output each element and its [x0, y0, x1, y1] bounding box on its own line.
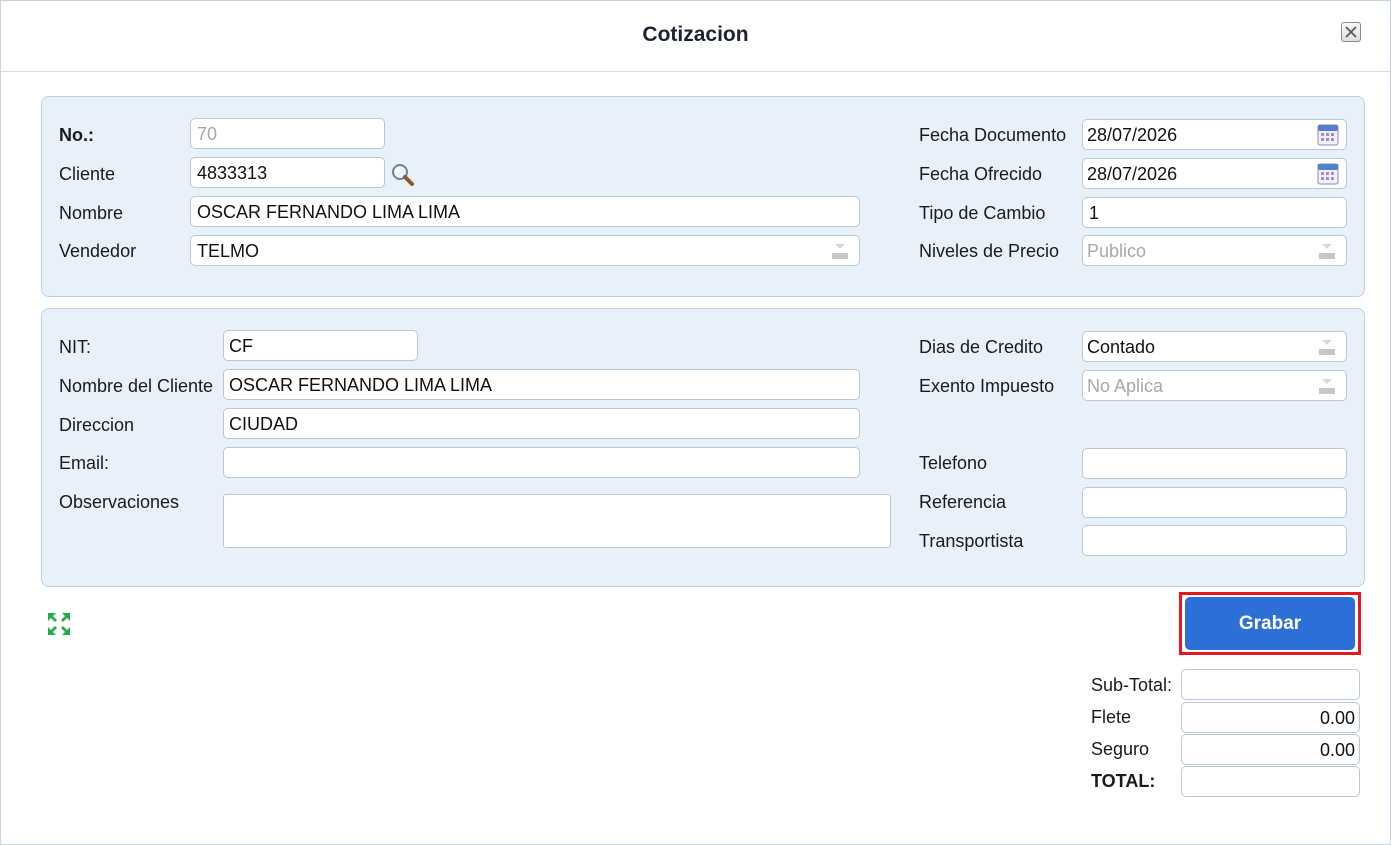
- nombre-label: Nombre: [59, 203, 124, 223]
- telefono-label: Telefono: [919, 453, 988, 473]
- nombre-field[interactable]: OSCAR FERNANDO LIMA LIMA: [190, 196, 860, 227]
- flete-label: Flete: [1091, 707, 1132, 727]
- close-button[interactable]: [1341, 22, 1361, 42]
- niveles-precio-value: Publico: [1087, 241, 1147, 261]
- dias-credito-label: Dias de Credito: [919, 337, 1044, 357]
- chevron-down-icon: [1308, 371, 1346, 400]
- observaciones-textarea[interactable]: [223, 494, 891, 548]
- cliente-field[interactable]: 4833313: [190, 157, 385, 188]
- no-label: No.:: [59, 125, 94, 145]
- cliente-label: Cliente: [59, 164, 116, 184]
- referencia-field[interactable]: [1082, 487, 1347, 518]
- vendedor-value: TELMO: [197, 241, 260, 261]
- niveles-precio-label: Niveles de Precio: [919, 241, 1060, 261]
- exento-impuesto-value: No Aplica: [1087, 376, 1164, 396]
- fecha-documento-label: Fecha Documento: [919, 125, 1067, 145]
- seguro-label: Seguro: [1091, 739, 1150, 759]
- telefono-field[interactable]: [1082, 448, 1347, 479]
- dias-credito-value: Contado: [1087, 337, 1156, 357]
- subtotal-field: [1181, 669, 1360, 700]
- total-field: [1181, 766, 1360, 797]
- vendedor-select[interactable]: TELMO: [190, 235, 860, 266]
- transportista-label: Transportista: [919, 531, 1024, 551]
- fecha-documento-field[interactable]: 28/07/2026: [1082, 119, 1347, 150]
- fecha-ofrecido-value: 28/07/2026: [1087, 164, 1178, 184]
- exento-impuesto-select: No Aplica: [1082, 370, 1347, 401]
- subtotal-label: Sub-Total:: [1091, 675, 1173, 695]
- seguro-field[interactable]: 0.00: [1181, 734, 1360, 765]
- close-icon: [1345, 26, 1357, 38]
- dialog-title: Cotizacion: [642, 23, 749, 46]
- dias-credito-select[interactable]: Contado: [1082, 331, 1347, 362]
- referencia-label: Referencia: [919, 492, 1007, 512]
- nit-field[interactable]: CF: [223, 330, 418, 361]
- niveles-precio-select: Publico: [1082, 235, 1347, 266]
- flete-field[interactable]: 0.00: [1181, 702, 1360, 733]
- direccion-field[interactable]: CIUDAD: [223, 408, 860, 439]
- calendar-icon[interactable]: [1317, 123, 1339, 146]
- chevron-down-icon: [1308, 236, 1346, 265]
- vendedor-label: Vendedor: [59, 241, 137, 261]
- tipo-cambio-field[interactable]: 1: [1082, 197, 1347, 228]
- grabar-button[interactable]: Grabar: [1185, 597, 1355, 650]
- nit-label: NIT:: [59, 337, 92, 357]
- nombre-cliente-field[interactable]: OSCAR FERNANDO LIMA LIMA: [223, 369, 860, 400]
- fecha-ofrecido-field[interactable]: 28/07/2026: [1082, 158, 1347, 189]
- direccion-label: Direccion: [59, 415, 135, 435]
- nombre-cliente-label: Nombre del Cliente: [59, 376, 214, 396]
- observaciones-label: Observaciones: [59, 492, 180, 512]
- total-label: TOTAL:: [1091, 771, 1156, 791]
- expand-icon[interactable]: [47, 612, 71, 636]
- fecha-documento-value: 28/07/2026: [1087, 125, 1178, 145]
- title-bar: Cotizacion: [1, 1, 1390, 72]
- exento-impuesto-label: Exento Impuesto: [919, 376, 1055, 396]
- transportista-field[interactable]: [1082, 525, 1347, 556]
- email-label: Email:: [59, 453, 110, 473]
- magnifier-icon[interactable]: [390, 162, 416, 188]
- no-field: 70: [190, 118, 385, 149]
- chevron-down-icon[interactable]: [1308, 332, 1346, 361]
- fecha-ofrecido-label: Fecha Ofrecido: [919, 164, 1043, 184]
- email-field[interactable]: [223, 447, 860, 478]
- tipo-cambio-label: Tipo de Cambio: [919, 203, 1046, 223]
- chevron-down-icon[interactable]: [821, 236, 859, 265]
- calendar-icon[interactable]: [1317, 162, 1339, 185]
